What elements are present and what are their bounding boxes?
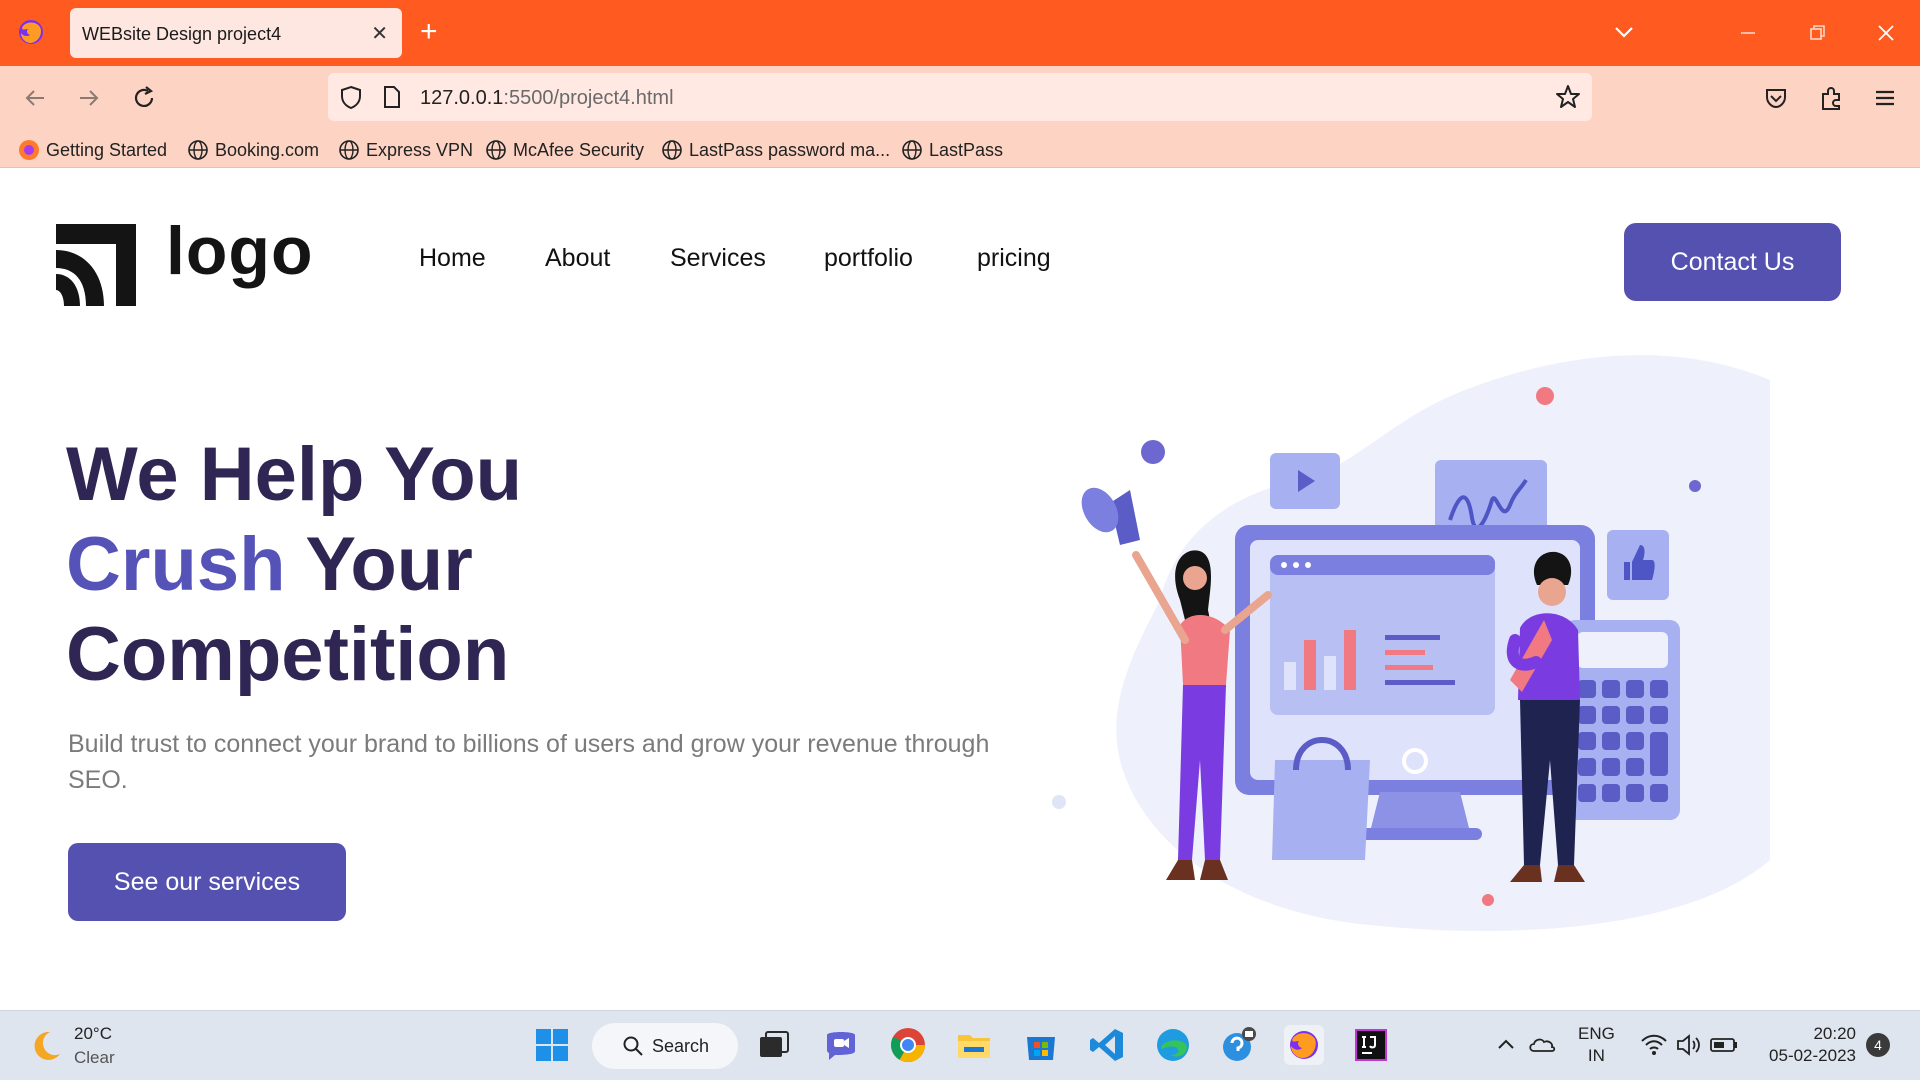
nav-link-services[interactable]: Services: [670, 244, 766, 273]
globe-icon: [662, 140, 682, 160]
hero-title: We Help You Crush Your Competition: [66, 430, 522, 700]
menu-icon[interactable]: [1870, 83, 1900, 113]
language-line-2: IN: [1587, 1046, 1605, 1065]
windows-start-icon[interactable]: [532, 1025, 572, 1065]
globe-icon: [486, 140, 506, 160]
hero-illustration: [1052, 355, 1770, 932]
bookmark-booking[interactable]: Booking.com: [187, 138, 319, 162]
intellij-icon[interactable]: [1351, 1025, 1391, 1065]
bookmark-label: Booking.com: [215, 139, 320, 160]
browser-titlebar: WEBsite Design project4 ✕ +: [0, 0, 1920, 66]
battery-icon[interactable]: [1708, 1029, 1740, 1061]
chevron-up-icon[interactable]: [1490, 1029, 1522, 1061]
weather-temperature: 20°C: [74, 1024, 112, 1043]
firefox-taskbar-icon[interactable]: [1284, 1025, 1324, 1065]
hero-line-1: We Help You: [66, 432, 523, 517]
wifi-icon[interactable]: [1638, 1029, 1670, 1061]
pocket-icon[interactable]: [1761, 83, 1791, 113]
minimize-icon[interactable]: [1735, 20, 1761, 46]
taskbar-search[interactable]: Search: [592, 1023, 738, 1069]
nav-link-portfolio[interactable]: portfolio: [824, 244, 913, 273]
clock-date: 05-02-2023: [1769, 1046, 1856, 1065]
bookmark-mcafee[interactable]: McAfee Security: [485, 138, 644, 162]
task-view-icon[interactable]: [754, 1025, 794, 1065]
url-text: 127.0.0.1:5500/project4.html: [420, 87, 674, 110]
logo-mark-icon: [56, 224, 136, 306]
contact-us-button[interactable]: Contact Us: [1624, 223, 1841, 301]
globe-icon: [902, 140, 922, 160]
shield-icon[interactable]: [338, 84, 364, 110]
forward-arrow-icon[interactable]: [74, 83, 104, 113]
vscode-icon[interactable]: [1087, 1025, 1127, 1065]
see-services-button[interactable]: See our services: [68, 843, 346, 921]
onedrive-icon[interactable]: [1526, 1029, 1558, 1061]
bookmarks-bar: Getting Started Booking.com Express VPN …: [0, 130, 1920, 168]
logo-text: logo: [166, 213, 314, 289]
restore-icon[interactable]: [1804, 20, 1830, 46]
bookmark-label: Express VPN: [366, 139, 474, 160]
microsoft-store-icon[interactable]: [1021, 1025, 1061, 1065]
bookmark-lastpass-manager[interactable]: LastPass password ma...: [661, 138, 890, 162]
firefox-icon[interactable]: [18, 19, 44, 45]
close-tab-icon[interactable]: ✕: [371, 21, 388, 46]
teams-chat-icon[interactable]: [821, 1025, 861, 1065]
bookmark-express-vpn[interactable]: Express VPN: [338, 138, 473, 162]
bookmark-label: LastPass: [929, 139, 1004, 160]
search-label: Search: [652, 1035, 710, 1056]
back-arrow-icon[interactable]: [20, 83, 50, 113]
bookmark-getting-started[interactable]: Getting Started: [18, 138, 167, 162]
volume-icon[interactable]: [1672, 1029, 1704, 1061]
bookmark-lastpass[interactable]: LastPass: [901, 138, 1003, 162]
firefox-icon: [19, 140, 39, 160]
hero-line-3: Competition: [66, 612, 510, 697]
system-clock[interactable]: 20:20 05-02-2023: [1754, 1023, 1856, 1067]
notification-badge[interactable]: 4: [1866, 1033, 1890, 1057]
tab-title: WEBsite Design project4: [82, 24, 282, 44]
extensions-icon[interactable]: [1816, 83, 1846, 113]
search-icon: [623, 1036, 643, 1056]
hero-accent: Crush: [66, 522, 286, 607]
chevron-down-icon[interactable]: [1610, 18, 1638, 46]
language-indicator[interactable]: ENG IN: [1578, 1023, 1615, 1067]
close-window-icon[interactable]: [1873, 20, 1899, 46]
globe-icon: [339, 140, 359, 160]
site-logo[interactable]: logo: [56, 212, 326, 306]
bookmark-label: Getting Started: [46, 139, 168, 160]
windows-taskbar: 20°C Clear Search ENG IN 20:20 05-02-202…: [0, 1010, 1920, 1080]
url-path: :5500/project4.html: [503, 87, 674, 109]
globe-icon: [188, 140, 208, 160]
nav-link-pricing[interactable]: pricing: [977, 244, 1051, 273]
address-bar[interactable]: 127.0.0.1:5500/project4.html: [328, 73, 1592, 121]
browser-navbar: 127.0.0.1:5500/project4.html: [0, 66, 1920, 130]
bookmark-label: McAfee Security: [513, 139, 645, 160]
url-host: 127.0.0.1: [420, 87, 504, 109]
web-page: logo Home About Services portfolio prici…: [0, 168, 1920, 1010]
hero-subtitle: Build trust to connect your brand to bil…: [68, 730, 990, 794]
nav-link-about[interactable]: About: [545, 244, 610, 273]
quick-assist-icon[interactable]: [1219, 1025, 1259, 1065]
nav-link-home[interactable]: Home: [419, 244, 486, 273]
language-line-1: ENG: [1578, 1024, 1615, 1043]
bookmark-star-icon[interactable]: [1554, 83, 1582, 111]
new-tab-button[interactable]: +: [420, 14, 438, 50]
moon-icon: [34, 1031, 60, 1060]
bookmark-label: LastPass password ma...: [689, 139, 891, 160]
chrome-icon[interactable]: [888, 1025, 928, 1065]
edge-icon[interactable]: [1153, 1025, 1193, 1065]
reload-icon[interactable]: [129, 83, 159, 113]
file-explorer-icon[interactable]: [954, 1025, 994, 1065]
weather-widget[interactable]: 20°C Clear: [28, 1021, 115, 1071]
page-icon[interactable]: [380, 84, 404, 110]
weather-condition: Clear: [74, 1048, 115, 1067]
clock-time: 20:20: [1813, 1024, 1856, 1043]
hero-line-2: Your: [285, 522, 473, 607]
browser-tab-active[interactable]: WEBsite Design project4 ✕: [70, 8, 402, 58]
